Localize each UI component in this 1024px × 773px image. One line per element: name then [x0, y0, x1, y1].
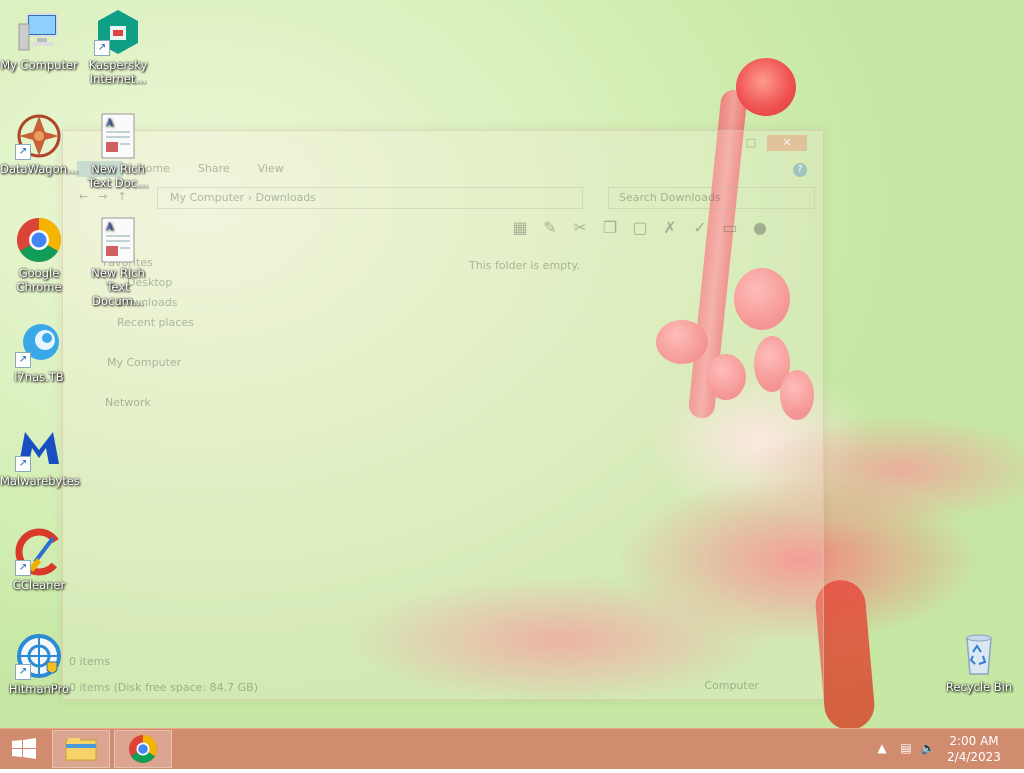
show-hidden-icons-icon[interactable]: ▲: [874, 741, 890, 757]
icon-label: New Rich: [91, 266, 145, 280]
nav-recent-places[interactable]: Recent places: [83, 313, 194, 333]
recycle-bin-icon: [955, 630, 1003, 678]
icon-label: HitmanPro: [8, 682, 70, 696]
clock-date: 2/4/2023: [947, 750, 1001, 764]
shortcut-arrow-icon: ↗: [15, 664, 31, 680]
desktop-icon-malwarebytes[interactable]: ↗ Malwarebytes: [0, 424, 80, 488]
wallpaper-flower-tip: [736, 58, 796, 116]
breadcrumb-computer[interactable]: My Computer: [170, 191, 244, 204]
icon-label: Internet...: [89, 72, 147, 86]
shortcut-arrow-icon: ↗: [15, 456, 31, 472]
clock-time: 2:00 AM: [949, 734, 999, 748]
clock[interactable]: 2:00 AM 2/4/2023: [946, 733, 1002, 765]
desktop-icon-kaspersky[interactable]: ↗ Kaspersky Internet...: [79, 8, 157, 86]
back-arrow-icon[interactable]: ←: [79, 187, 88, 207]
paste-icon[interactable]: ▢: [629, 217, 651, 239]
icon-label: My Computer: [0, 58, 78, 72]
kaspersky-shield-icon: ↗: [94, 8, 142, 56]
desktop-icon-new-rich-text-1[interactable]: A New Rich Text Doc...: [79, 112, 157, 190]
folder-icon: [65, 738, 97, 761]
nav-my-computer[interactable]: My Computer: [83, 353, 194, 373]
chrome-icon: [15, 216, 63, 264]
shortcut-arrow-icon: ↗: [15, 352, 31, 368]
start-button[interactable]: [0, 729, 48, 769]
windows-logo-icon: [12, 738, 36, 759]
icon-label: New Rich: [91, 162, 145, 176]
check-icon[interactable]: ✓: [689, 217, 711, 239]
address-bar[interactable]: My Computer › Downloads: [157, 187, 583, 209]
shortcut-arrow-icon: ↗: [15, 560, 31, 576]
icon-label: Malwarebytes: [0, 474, 80, 488]
volume-icon[interactable]: 🔈: [920, 741, 936, 757]
desktop-icon-hitmanpro[interactable]: ↗ HitmanPro: [0, 632, 78, 696]
icon-label: Recycle Bin: [945, 680, 1013, 694]
navigation-buttons: ← → ↑: [79, 187, 127, 207]
rename-icon[interactable]: ▭: [719, 217, 741, 239]
nav-network[interactable]: Network: [83, 393, 194, 413]
desktop-icon-new-rich-text-2[interactable]: A New Rich Text Docum...: [79, 216, 157, 308]
icon-label: l7nas.TB: [14, 370, 64, 384]
shortcut-arrow-icon: ↗: [15, 144, 31, 160]
l7nas-icon: ↗: [15, 320, 63, 368]
breadcrumb-downloads[interactable]: Downloads: [256, 191, 316, 204]
icon-label: Chrome: [16, 280, 62, 294]
taskbar: ▲ ▤ 🔈 2:00 AM 2/4/2023: [0, 728, 1024, 769]
toolbar: ▦ ✎ ✂ ❐ ▢ ✗ ✓ ▭ ●: [509, 217, 771, 239]
empty-folder-message: This folder is empty.: [469, 259, 580, 272]
chrome-icon: [129, 735, 157, 763]
status-disk-space: 0 items (Disk free space: 84.7 GB): [69, 681, 258, 694]
computer-icon: [15, 8, 63, 56]
document-icon: A: [94, 112, 142, 160]
maximize-button[interactable]: □: [739, 135, 763, 151]
pane-icon[interactable]: ▦: [509, 217, 531, 239]
icon-label: Google: [18, 266, 60, 280]
properties-icon[interactable]: ✎: [539, 217, 561, 239]
search-input[interactable]: Search Downloads: [608, 187, 815, 209]
icon-label: Text Doc...: [87, 176, 149, 190]
close-button[interactable]: ✕: [767, 135, 807, 151]
svg-text:A: A: [105, 222, 114, 233]
malwarebytes-icon: ↗: [15, 424, 63, 472]
desktop-icon-datawagon[interactable]: ↗ DataWagon...: [0, 112, 78, 176]
cut-icon[interactable]: ✂: [569, 217, 591, 239]
desktop: □ ✕ File Home Share View ? ← → ↑ My Comp…: [0, 0, 1024, 728]
desktop-icon-my-computer[interactable]: My Computer: [0, 8, 78, 72]
help-icon[interactable]: ?: [793, 163, 807, 177]
tab-share[interactable]: Share: [184, 161, 244, 177]
network-icon[interactable]: ▤: [898, 741, 914, 757]
desktop-icon-google-chrome[interactable]: Google Chrome: [0, 216, 78, 294]
icon-label: Text Docum...: [92, 280, 144, 308]
taskbar-chrome[interactable]: [114, 730, 172, 768]
datawagon-icon: ↗: [15, 112, 63, 160]
up-arrow-icon[interactable]: ↑: [117, 187, 126, 207]
breadcrumb-separator-icon: ›: [247, 191, 256, 204]
desktop-icon-recycle-bin[interactable]: Recycle Bin: [940, 630, 1018, 694]
new-folder-icon[interactable]: ●: [749, 217, 771, 239]
document-icon: A: [94, 216, 142, 264]
taskbar-file-explorer[interactable]: [52, 730, 110, 768]
copy-icon[interactable]: ❐: [599, 217, 621, 239]
explorer-window[interactable]: □ ✕ File Home Share View ? ← → ↑ My Comp…: [62, 130, 824, 700]
icon-label: DataWagon...: [0, 162, 78, 176]
explorer-titlebar[interactable]: [63, 131, 823, 155]
forward-arrow-icon[interactable]: →: [98, 187, 107, 207]
shortcut-arrow-icon: ↗: [94, 40, 110, 56]
tab-view[interactable]: View: [244, 161, 298, 177]
icon-label: Kaspersky: [88, 58, 148, 72]
ccleaner-icon: ↗: [15, 528, 63, 576]
icon-label: CCleaner: [12, 578, 66, 592]
desktop-icon-l7nas[interactable]: ↗ l7nas.TB: [0, 320, 78, 384]
hitmanpro-crosshair-icon: ↗: [15, 632, 63, 680]
svg-text:A: A: [105, 118, 114, 129]
delete-icon[interactable]: ✗: [659, 217, 681, 239]
status-location: Computer: [704, 679, 759, 692]
desktop-icon-ccleaner[interactable]: ↗ CCleaner: [0, 528, 78, 592]
